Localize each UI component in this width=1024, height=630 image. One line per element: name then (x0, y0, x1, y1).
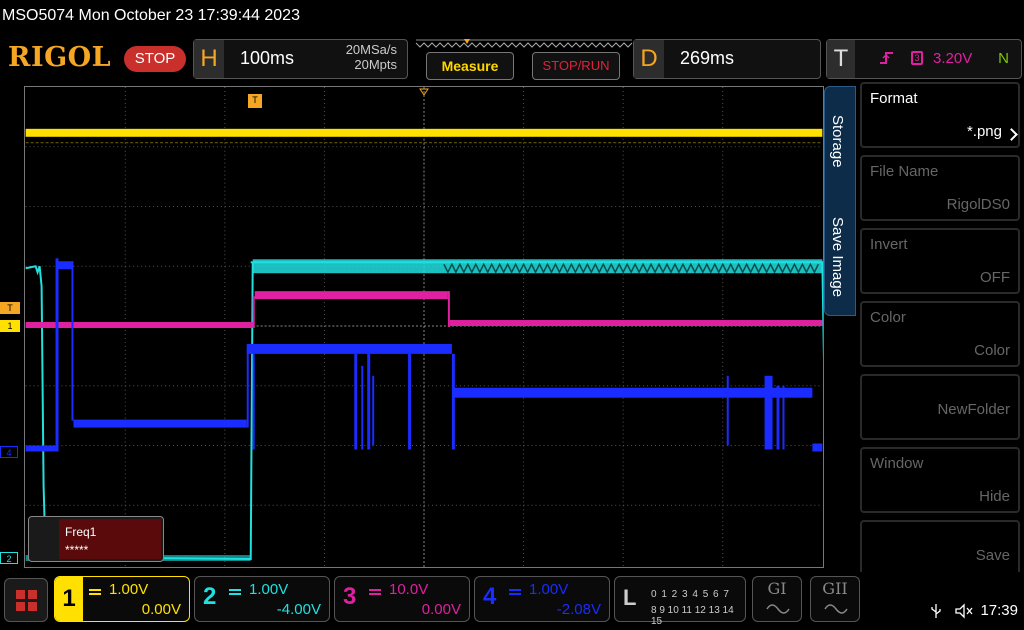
measurement-name: Freq1 (65, 525, 97, 539)
sine-wave-icon (766, 604, 790, 614)
generator-2-button[interactable]: GII (810, 576, 860, 622)
ch2-panel[interactable]: 2 1.00V -4.00V (194, 576, 330, 622)
trigger-level: 3.20V (933, 50, 973, 67)
timebase-value: 100ms (240, 48, 295, 68)
dc-coupling-icon (509, 589, 521, 595)
ch1-ground-marker[interactable]: 1 (0, 320, 20, 332)
sample-rate: 20MSa/s (345, 42, 397, 57)
save-image-tab-label[interactable]: Save Image (829, 217, 846, 297)
main-menu-button[interactable] (4, 578, 48, 622)
ch1-panel[interactable]: 1 1.00V 0.00V (54, 576, 190, 622)
menu-new-folder[interactable]: NewFolder (860, 374, 1020, 440)
mute-speaker-icon[interactable] (954, 602, 978, 619)
system-status: 17:39 (930, 602, 1018, 619)
menu-color[interactable]: Color Color (860, 301, 1020, 367)
clock-time: 17:39 (980, 602, 1018, 619)
menu-side-tab[interactable]: Storage Save Image (824, 86, 856, 316)
run-state-badge[interactable]: STOP (124, 46, 186, 72)
ch2-ground-marker[interactable]: 2 (0, 552, 18, 564)
ch3-panel[interactable]: 3 10.0V 0.00V (334, 576, 470, 622)
grid-menu-icon (16, 590, 37, 611)
trigger-level-marker[interactable]: T (0, 302, 20, 314)
delay-letter: D (634, 40, 664, 78)
usb-icon[interactable] (930, 602, 946, 619)
menu-file-name[interactable]: File Name RigolDS0 (860, 155, 1020, 221)
menu-window[interactable]: Window Hide (860, 447, 1020, 513)
menu-invert[interactable]: Invert OFF (860, 228, 1020, 294)
memory-position-bar (415, 39, 633, 48)
ch2-trace (25, 261, 823, 561)
trigger-position-marker[interactable]: T (248, 94, 262, 108)
logic-analyzer-panel[interactable]: L 0 1 2 3 4 5 6 7 8 9 10 11 12 13 14 15 (614, 576, 746, 627)
ch4-ground-marker[interactable]: 4 (0, 446, 18, 458)
top-status-bar: RIGOL STOP H 100ms 20MSa/s 20Mpts Measur… (0, 36, 1024, 82)
rising-edge-icon (879, 50, 895, 71)
measure-button[interactable]: Measure (426, 52, 514, 80)
sine-wave-icon (824, 604, 848, 614)
waveform-display[interactable] (24, 86, 824, 568)
sample-rate-info: 20MSa/s 20Mpts (346, 42, 397, 72)
horizontal-letter: H (194, 40, 224, 78)
delay-panel[interactable]: D 269ms (633, 39, 821, 79)
brand-logo: RIGOL (8, 42, 112, 73)
trigger-panel[interactable]: T 3 3.20V N (826, 39, 1022, 79)
chevron-right-icon (1005, 128, 1018, 141)
ch4-panel[interactable]: 4 1.00V -2.08V (474, 576, 610, 622)
trigger-mode: N (998, 50, 1009, 67)
window-title: MSO5074 Mon October 23 17:39:44 2023 (2, 7, 300, 24)
measurement-value: ***** (65, 543, 89, 557)
dc-coupling-icon (369, 589, 381, 595)
menu-format[interactable]: Format *.png (860, 82, 1020, 148)
storage-menu: Format *.png File Name RigolDS0 Invert O… (856, 80, 1024, 590)
storage-tab-label[interactable]: Storage (829, 115, 846, 168)
horizontal-timebase-panel[interactable]: H 100ms 20MSa/s 20Mpts (193, 39, 408, 79)
memory-depth: 20Mpts (354, 57, 397, 72)
dc-coupling-icon (229, 589, 241, 595)
delay-value: 269ms (680, 48, 735, 68)
dc-coupling-icon (89, 589, 101, 595)
bottom-channel-bar: 1 1.00V 0.00V 2 1.00V -4.00V 3 10.0V 0.0… (0, 572, 1024, 630)
stop-run-button[interactable]: STOP/RUN (532, 52, 620, 80)
measurement-box[interactable]: Freq1 ***** (28, 516, 164, 562)
trigger-letter: T (827, 40, 855, 78)
ch1-trace (25, 128, 823, 137)
trigger-source: 3 (911, 51, 923, 65)
generator-1-button[interactable]: GI (752, 576, 802, 622)
